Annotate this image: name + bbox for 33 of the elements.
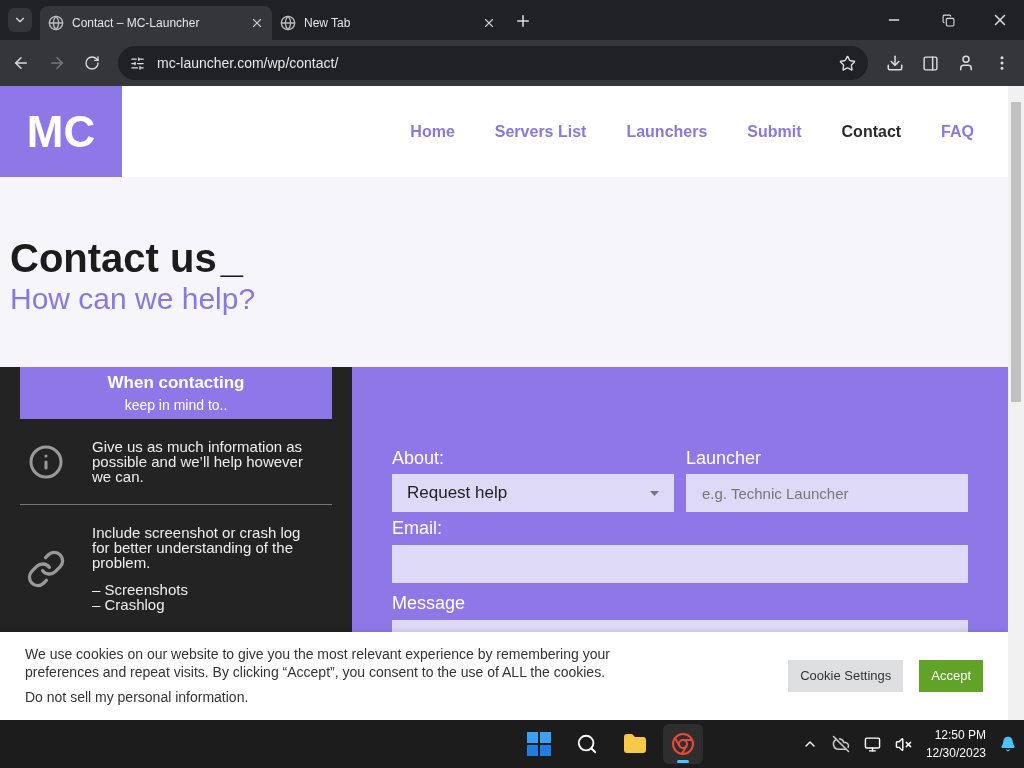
nav-link[interactable]: Launchers — [626, 119, 708, 144]
field-label: Message — [392, 592, 467, 615]
clock-date: 12/30/2023 — [925, 745, 986, 762]
field-label: Email: — [392, 517, 443, 540]
page-title: Contact us — [10, 235, 217, 281]
do-not-sell-link[interactable]: Do not sell my personal information. — [25, 686, 665, 708]
tip-bullet: – Screenshots — [92, 582, 189, 597]
cookie-text: We use cookies on our website to give you the most relevant experience by remembering your preferences and repeat visits. By clicking “Accept”, you consent to the use of ALL the cookies. — [25, 644, 611, 681]
nav-link[interactable]: Submit — [747, 119, 802, 144]
tip-text: Include screenshot or crash log for better understanding of the problem. — [92, 525, 302, 570]
browser-tab[interactable]: Contact – MC-Launcher — [40, 6, 272, 40]
nav-link[interactable]: Servers List — [494, 119, 587, 144]
page-subtitle: How can we help? — [10, 281, 257, 317]
tip-text: Give us as much information as possible and we’ll help however we can. — [92, 439, 304, 484]
tab-title: Contact – MC-Launcher — [72, 15, 201, 32]
field-label: About: — [392, 447, 446, 470]
address-bar[interactable]: mc-launcher.com/wp/contact/ — [118, 46, 868, 80]
tip-bullet: – Crashlog — [92, 597, 166, 612]
tab-title: New Tab — [304, 15, 352, 32]
site-logo[interactable]: MC — [0, 86, 122, 177]
cookie-settings-button[interactable]: Cookie Settings — [788, 660, 904, 692]
nav-link[interactable]: FAQ — [941, 119, 974, 144]
tips-subheading: keep in mind to.. — [124, 396, 228, 416]
nav-link[interactable]: Contact — [841, 119, 902, 144]
field-label: Launcher — [686, 447, 763, 470]
about-select[interactable]: Request help — [392, 474, 674, 512]
tips-heading: When contacting — [107, 371, 245, 394]
clock-time: 12:50 PM — [934, 727, 986, 744]
url-text: mc-launcher.com/wp/contact/ — [157, 53, 340, 73]
browser-tab[interactable]: New Tab — [272, 6, 504, 40]
launcher-input[interactable]: e.g. Technic Launcher — [686, 474, 968, 512]
nav-link[interactable]: Home — [410, 119, 455, 144]
title-cursor: _ — [220, 235, 243, 281]
